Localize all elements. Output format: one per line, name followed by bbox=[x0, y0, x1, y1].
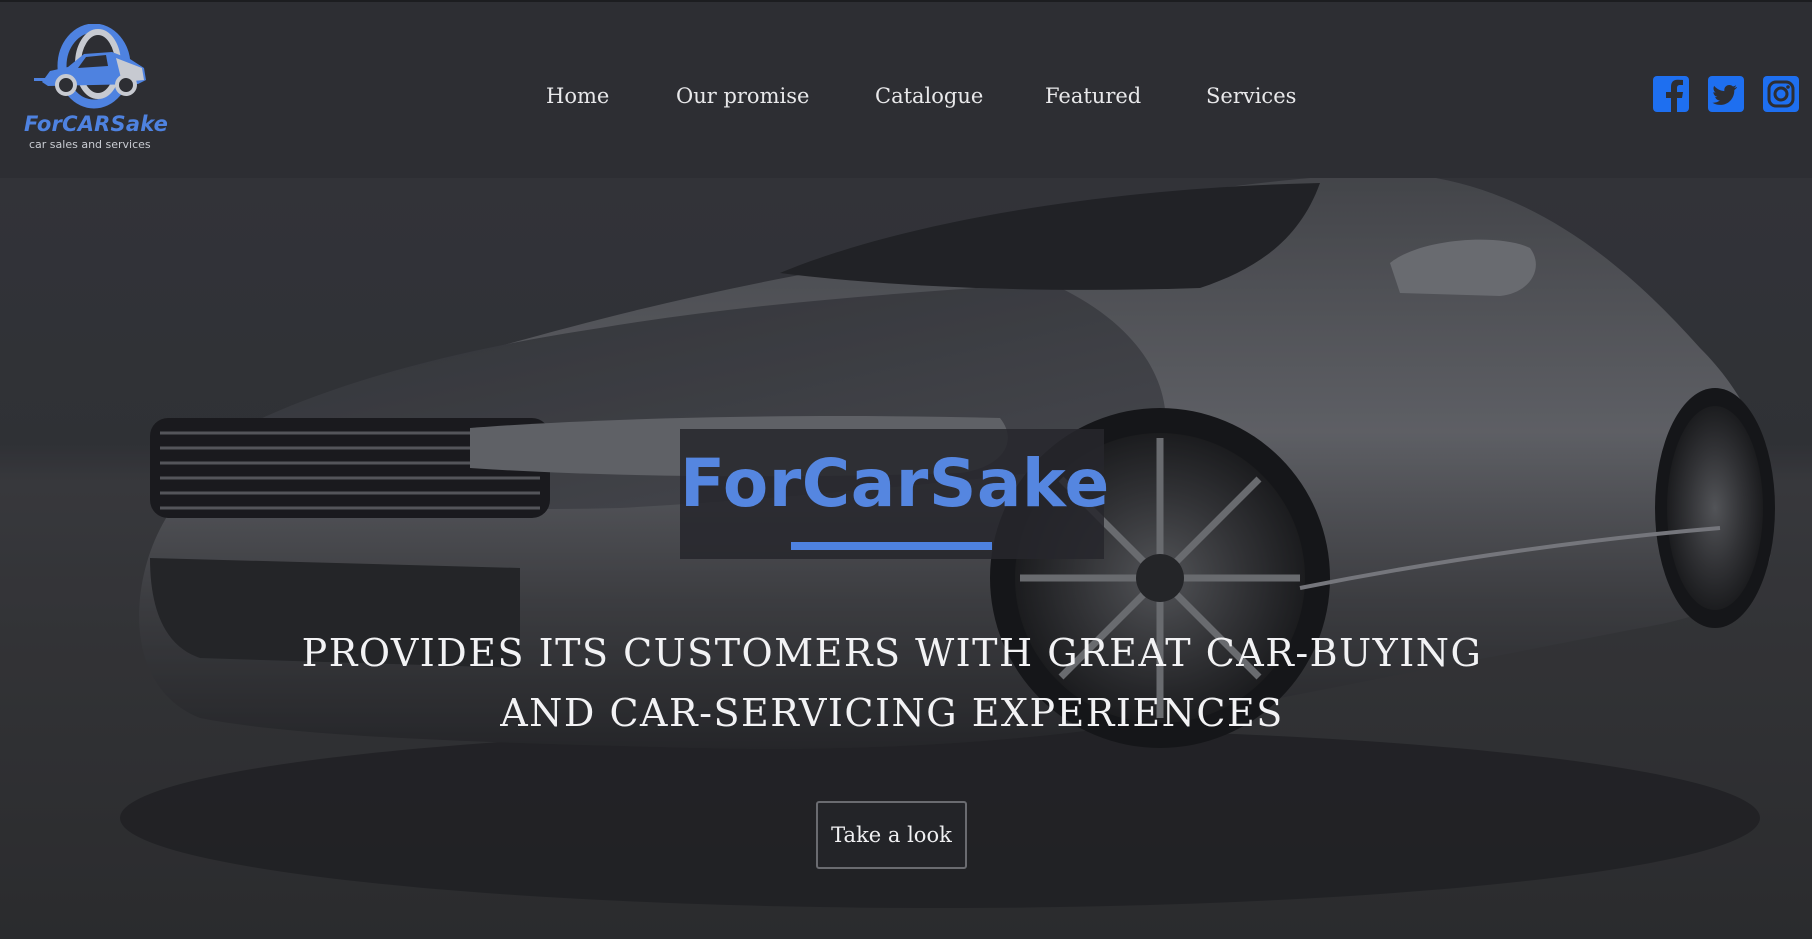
nav-item-home[interactable]: Home bbox=[546, 84, 609, 108]
hero-title: ForCarSake bbox=[680, 445, 1110, 522]
hero-tagline: PROVIDES ITS CUSTOMERS WITH GREAT CAR-BU… bbox=[280, 623, 1504, 743]
hero-title-box: ForCarSake bbox=[680, 429, 1110, 559]
hero-title-underline bbox=[791, 542, 992, 550]
nav-item-our-promise[interactable]: Our promise bbox=[676, 84, 809, 108]
nav-item-services[interactable]: Services bbox=[1206, 84, 1296, 108]
hero-section: ForCarSake PROVIDES ITS CUSTOMERS WITH G… bbox=[0, 178, 1812, 939]
facebook-icon[interactable] bbox=[1653, 76, 1689, 112]
twitter-icon[interactable] bbox=[1708, 76, 1744, 112]
nav-item-featured[interactable]: Featured bbox=[1045, 84, 1141, 108]
nav-item-catalogue[interactable]: Catalogue bbox=[875, 84, 983, 108]
landing-page: ForCARSake car sales and services Home O… bbox=[0, 0, 1812, 939]
take-a-look-button[interactable]: Take a look bbox=[816, 801, 967, 869]
instagram-icon[interactable] bbox=[1763, 76, 1799, 112]
hero-tagline-line2: AND CAR-SERVICING EXPERIENCES bbox=[500, 691, 1284, 735]
logo-tagline: car sales and services bbox=[29, 138, 151, 151]
hero-tagline-line1: PROVIDES ITS CUSTOMERS WITH GREAT CAR-BU… bbox=[301, 631, 1483, 675]
main-nav: Home Our promise Catalogue Featured Serv… bbox=[0, 84, 1812, 124]
site-header: ForCARSake car sales and services Home O… bbox=[0, 0, 1812, 178]
